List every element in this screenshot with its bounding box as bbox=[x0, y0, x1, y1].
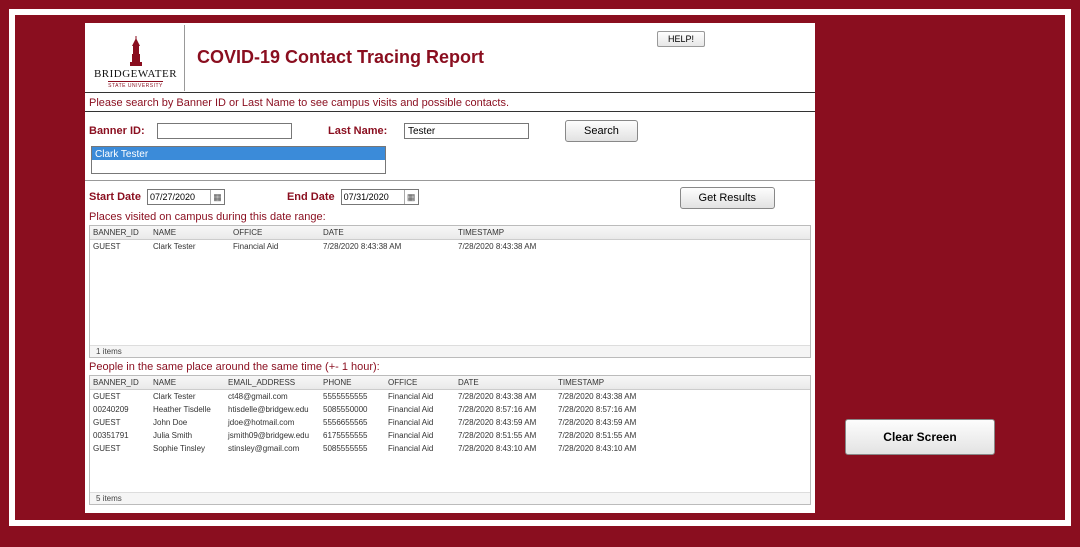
cell: Financial Aid bbox=[385, 416, 455, 429]
header: BRIDGEWATER STATE UNIVERSITY COVID-19 Co… bbox=[85, 23, 815, 93]
cell: 7/28/2020 8:43:38 AM bbox=[320, 240, 455, 253]
search-block: Banner ID: Last Name: Search Clark Teste… bbox=[85, 116, 815, 181]
cell: 7/28/2020 8:43:10 AM bbox=[455, 442, 555, 455]
search-results-list[interactable]: Clark Tester bbox=[91, 146, 386, 174]
table-row[interactable]: GUESTJohn Doejdoe@hotmail.com5556655565F… bbox=[90, 416, 810, 429]
end-date-input[interactable] bbox=[342, 191, 404, 203]
outer-frame: BRIDGEWATER STATE UNIVERSITY COVID-19 Co… bbox=[6, 6, 1074, 529]
cell: 7/28/2020 8:51:55 AM bbox=[555, 429, 655, 442]
cell: 6175555555 bbox=[320, 429, 385, 442]
clear-screen-button[interactable]: Clear Screen bbox=[845, 419, 995, 455]
cell: stinsley@gmail.com bbox=[225, 442, 320, 455]
cell: 5555555555 bbox=[320, 390, 385, 403]
table-row[interactable]: 00351791Julia Smithjsmith09@bridgew.edu6… bbox=[90, 429, 810, 442]
places-grid-body[interactable]: GUESTClark TesterFinancial Aid7/28/2020 … bbox=[90, 240, 810, 345]
banner-id-label: Banner ID: bbox=[89, 125, 151, 137]
col-header: DATE bbox=[455, 376, 555, 389]
logo-text-main: BRIDGEWATER bbox=[94, 68, 177, 80]
banner-id-input[interactable] bbox=[157, 123, 292, 139]
places-grid-header: BANNER_ID NAME OFFICE DATE TIMESTAMP bbox=[90, 226, 810, 240]
last-name-label: Last Name: bbox=[328, 125, 398, 137]
end-date-field[interactable]: ▦ bbox=[341, 189, 419, 205]
instructions-text: Please search by Banner ID or Last Name … bbox=[85, 93, 815, 112]
cell: Julia Smith bbox=[150, 429, 225, 442]
search-result-item[interactable]: Clark Tester bbox=[92, 147, 385, 160]
end-date-label: End Date bbox=[287, 191, 335, 203]
cell: 7/28/2020 8:43:38 AM bbox=[555, 390, 655, 403]
col-header: BANNER_ID bbox=[90, 226, 150, 239]
maroon-background: BRIDGEWATER STATE UNIVERSITY COVID-19 Co… bbox=[15, 15, 1065, 520]
cell: Financial Aid bbox=[385, 429, 455, 442]
places-grid: BANNER_ID NAME OFFICE DATE TIMESTAMP GUE… bbox=[89, 225, 811, 358]
col-header: EMAIL_ADDRESS bbox=[225, 376, 320, 389]
cell: 00351791 bbox=[90, 429, 150, 442]
people-grid-header: BANNER_ID NAME EMAIL_ADDRESS PHONE OFFIC… bbox=[90, 376, 810, 390]
table-row[interactable]: GUESTSophie Tinsleystinsley@gmail.com508… bbox=[90, 442, 810, 455]
col-header: BANNER_ID bbox=[90, 376, 150, 389]
calendar-icon[interactable]: ▦ bbox=[210, 190, 224, 204]
col-header: NAME bbox=[150, 376, 225, 389]
table-row[interactable]: GUESTClark Testerct48@gmail.com555555555… bbox=[90, 390, 810, 403]
cell: Financial Aid bbox=[385, 390, 455, 403]
people-grid-body[interactable]: GUESTClark Testerct48@gmail.com555555555… bbox=[90, 390, 810, 492]
cell: 7/28/2020 8:43:59 AM bbox=[555, 416, 655, 429]
cell: Clark Tester bbox=[150, 240, 230, 253]
col-header: TIMESTAMP bbox=[555, 376, 655, 389]
table-row[interactable]: GUESTClark TesterFinancial Aid7/28/2020 … bbox=[90, 240, 810, 253]
tower-icon bbox=[125, 36, 147, 66]
cell: GUEST bbox=[90, 416, 150, 429]
cell: jdoe@hotmail.com bbox=[225, 416, 320, 429]
cell: Financial Aid bbox=[385, 403, 455, 416]
start-date-label: Start Date bbox=[89, 191, 141, 203]
search-button[interactable]: Search bbox=[565, 120, 638, 142]
col-header: TIMESTAMP bbox=[455, 226, 590, 239]
cell: Sophie Tinsley bbox=[150, 442, 225, 455]
cell: 7/28/2020 8:43:10 AM bbox=[555, 442, 655, 455]
cell: GUEST bbox=[90, 442, 150, 455]
cell: John Doe bbox=[150, 416, 225, 429]
places-footer: 1 items bbox=[90, 345, 810, 357]
cell: 00240209 bbox=[90, 403, 150, 416]
cell: Heather Tisdelle bbox=[150, 403, 225, 416]
people-section-title: People in the same place around the same… bbox=[85, 359, 815, 375]
cell: 5556655565 bbox=[320, 416, 385, 429]
app-panel: BRIDGEWATER STATE UNIVERSITY COVID-19 Co… bbox=[85, 23, 815, 513]
col-header: PHONE bbox=[320, 376, 385, 389]
cell: Financial Aid bbox=[385, 442, 455, 455]
cell: Financial Aid bbox=[230, 240, 320, 253]
cell: 7/28/2020 8:57:16 AM bbox=[455, 403, 555, 416]
people-footer: 5 items bbox=[90, 492, 810, 504]
col-header: OFFICE bbox=[385, 376, 455, 389]
places-section-title: Places visited on campus during this dat… bbox=[85, 209, 815, 225]
cell: 7/28/2020 8:43:38 AM bbox=[455, 390, 555, 403]
help-button[interactable]: HELP! bbox=[657, 31, 705, 47]
cell: jsmith09@bridgew.edu bbox=[225, 429, 320, 442]
cell: 7/28/2020 8:51:55 AM bbox=[455, 429, 555, 442]
col-header: NAME bbox=[150, 226, 230, 239]
cell: htisdelle@bridgew.edu bbox=[225, 403, 320, 416]
cell: 7/28/2020 8:43:38 AM bbox=[455, 240, 590, 253]
page-title: COVID-19 Contact Tracing Report bbox=[197, 47, 484, 68]
col-header: OFFICE bbox=[230, 226, 320, 239]
col-header: DATE bbox=[320, 226, 455, 239]
people-grid: BANNER_ID NAME EMAIL_ADDRESS PHONE OFFIC… bbox=[89, 375, 811, 505]
cell: Clark Tester bbox=[150, 390, 225, 403]
table-row[interactable]: 00240209Heather Tisdellehtisdelle@bridge… bbox=[90, 403, 810, 416]
logo: BRIDGEWATER STATE UNIVERSITY bbox=[87, 25, 185, 91]
cell: 5085555555 bbox=[320, 442, 385, 455]
get-results-button[interactable]: Get Results bbox=[680, 187, 775, 209]
cell: 7/28/2020 8:43:59 AM bbox=[455, 416, 555, 429]
cell: GUEST bbox=[90, 390, 150, 403]
start-date-input[interactable] bbox=[148, 191, 210, 203]
logo-text-sub: STATE UNIVERSITY bbox=[108, 81, 163, 89]
last-name-input[interactable] bbox=[404, 123, 529, 139]
cell: GUEST bbox=[90, 240, 150, 253]
calendar-icon[interactable]: ▦ bbox=[404, 190, 418, 204]
date-block: Start Date ▦ End Date ▦ Get Results bbox=[85, 181, 815, 209]
cell: ct48@gmail.com bbox=[225, 390, 320, 403]
start-date-field[interactable]: ▦ bbox=[147, 189, 225, 205]
cell: 5085550000 bbox=[320, 403, 385, 416]
cell: 7/28/2020 8:57:16 AM bbox=[555, 403, 655, 416]
search-row: Banner ID: Last Name: Search bbox=[89, 120, 811, 142]
